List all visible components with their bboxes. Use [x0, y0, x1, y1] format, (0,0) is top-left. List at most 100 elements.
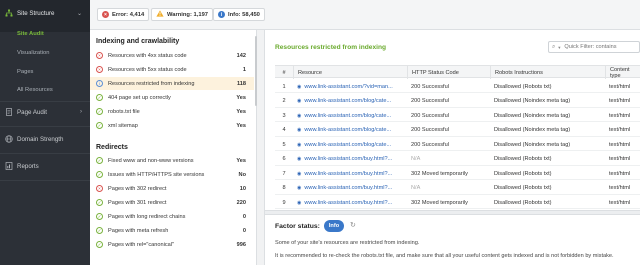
column-header-content-type[interactable]: Content type [605, 66, 640, 79]
sidebar-item-label: Page Audit [17, 108, 47, 116]
sidebar-item-site-structure[interactable]: Site Structure ⌄ [0, 6, 90, 20]
group-title-redirects: Redirects [96, 144, 128, 151]
panel-splitter[interactable] [257, 30, 265, 265]
chevron-down-icon: ⌄ [76, 10, 82, 17]
cell-content-type: text/html [609, 83, 631, 90]
table-header: # Resource HTTP Status Code Robots Instr… [275, 65, 640, 79]
sidebar-divider [0, 126, 90, 127]
cell-http-status: 200 Successful [411, 98, 449, 104]
sidebar-item-page-audit[interactable]: Page Audit › [0, 105, 90, 119]
issue-row[interactable]: ✓ robots.txt file Yes [90, 105, 254, 118]
horizontal-splitter[interactable] [265, 210, 640, 215]
sidebar-divider [0, 153, 90, 154]
resource-url[interactable]: www.link-assistant.com/blog/cate... [304, 142, 391, 148]
cell-number: 5 [282, 141, 286, 148]
table-row[interactable]: 1 ◉ www.link-assistant.com/?vid=man... 200 … [275, 80, 640, 93]
check-icon: ✓ [96, 157, 103, 164]
issue-row[interactable]: ✓ Pages with meta refresh 0 [90, 224, 254, 237]
cell-http-status: 200 Successful [411, 141, 449, 148]
issue-row[interactable]: ✓ Pages with long redirect chains 0 [90, 210, 254, 223]
resource-url[interactable]: www.link-assistant.com/buy.html?... [304, 185, 392, 191]
sidebar-subitem-pages[interactable]: Pages [0, 65, 90, 79]
search-icon: ⌕ [552, 43, 556, 50]
refresh-icon[interactable]: ↻ [350, 221, 356, 229]
issue-label: Pages with 302 redirect [108, 185, 167, 192]
resource-url[interactable]: www.link-assistant.com/blog/cate... [304, 113, 391, 119]
table-row[interactable]: 7 ◉ www.link-assistant.com/buy.html?... 302… [275, 167, 640, 180]
check-icon: ✓ [96, 241, 103, 248]
cell-number: 9 [282, 199, 286, 206]
issue-row[interactable]: ✓ Pages with rel="canonical" 996 [90, 238, 254, 251]
sidebar-item-domain-strength[interactable]: Domain Strength [0, 132, 90, 146]
resource-url[interactable]: www.link-assistant.com/?vid=man... [304, 84, 392, 90]
issue-row[interactable]: ✓ 404 page set up correctly Yes [90, 91, 254, 104]
issue-row[interactable]: ✓ xml sitemap Yes [90, 119, 254, 132]
issue-row[interactable]: × Pages with 302 redirect 10 [90, 182, 254, 195]
status-summary-bar: × Error: 4,414 Warning: 1,197 i Info: 58… [90, 0, 640, 30]
table-row[interactable]: 3 ◉ www.link-assistant.com/blog/cate... 200… [275, 109, 640, 122]
column-header-robots[interactable]: Robots Instructions [490, 66, 605, 79]
resource-url[interactable]: www.link-assistant.com/blog/cate... [304, 98, 391, 104]
cell-http-status: 302 Moved temporarily [411, 170, 468, 177]
cell-robots: Disallowed (Robots txt) [494, 185, 552, 191]
issue-label: Pages with long redirect chains [108, 213, 186, 220]
error-icon: × [96, 66, 103, 73]
issue-count: 10 [239, 185, 246, 192]
sidebar-subitem-site-audit[interactable]: Site Audit [0, 27, 90, 41]
globe-icon [5, 135, 13, 143]
table-row[interactable]: 2 ◉ www.link-assistant.com/blog/cate... 200… [275, 95, 640, 108]
cell-resource[interactable]: ◉ www.link-assistant.com/blog/cate... [297, 95, 407, 108]
column-header-http-status[interactable]: HTTP Status Code [407, 66, 490, 79]
cell-resource[interactable]: ◉ www.link-assistant.com/buy.html?... [297, 196, 407, 209]
sidebar-subitem-visualization[interactable]: Visualization [0, 46, 90, 60]
cell-resource[interactable]: ◉ www.link-assistant.com/blog/cate... [297, 124, 407, 137]
cell-resource[interactable]: ◉ www.link-assistant.com/?vid=man... [297, 80, 407, 93]
table-row[interactable]: 5 ◉ www.link-assistant.com/blog/cate... 200… [275, 138, 640, 151]
error-count-badge[interactable]: × Error: 4,414 [97, 8, 150, 21]
cell-robots: Disallowed (Noindex meta tag) [494, 127, 571, 133]
column-header-resource[interactable]: Resource [293, 66, 407, 79]
cell-number: 4 [282, 127, 286, 133]
quick-filter[interactable]: ⌕ ▼ [548, 41, 640, 53]
table-row[interactable]: 8 ◉ www.link-assistant.com/buy.html?... N/A… [275, 182, 640, 195]
cell-robots: Disallowed (Robots txt) [494, 156, 552, 162]
sidebar-subitem-all-resources[interactable]: All Resources [0, 83, 90, 97]
cell-resource[interactable]: ◉ www.link-assistant.com/buy.html?... [297, 182, 407, 195]
resource-url[interactable]: www.link-assistant.com/blog/cate... [304, 127, 391, 133]
issue-row[interactable]: × Resources with 4xx status code 142 [90, 49, 254, 62]
cell-number: 1 [282, 83, 286, 90]
column-header-number[interactable]: # [275, 66, 293, 79]
cell-robots: Disallowed (Noindex meta tag) [494, 141, 571, 148]
issue-row[interactable]: i Resources restricted from indexing 118 [90, 77, 254, 90]
cell-content-type: text/html [609, 170, 631, 177]
globe-icon: ◉ [297, 199, 302, 206]
cell-resource[interactable]: ◉ www.link-assistant.com/blog/cate... [297, 138, 407, 151]
issue-label: robots.txt file [108, 108, 140, 115]
resource-url[interactable]: www.link-assistant.com/buy.html?... [304, 156, 392, 162]
issue-row[interactable]: ✓ Fixed www and non-www versions Yes [90, 154, 254, 167]
issue-count: Yes [236, 157, 246, 164]
sidebar: Site Structure ⌄ Site Audit Visualizatio… [0, 0, 90, 265]
sidebar-item-reports[interactable]: Reports [0, 159, 90, 173]
resource-url[interactable]: www.link-assistant.com/buy.html?... [304, 200, 392, 206]
cell-resource[interactable]: ◉ www.link-assistant.com/blog/cate... [297, 109, 407, 122]
resource-url[interactable]: www.link-assistant.com/buy.html?... [304, 171, 392, 177]
issue-row[interactable]: × Resources with 5xx status code 1 [90, 63, 254, 76]
warning-count-badge[interactable]: Warning: 1,197 [151, 8, 214, 21]
cell-content-type: text/html [609, 127, 631, 133]
table-row[interactable]: 6 ◉ www.link-assistant.com/buy.html?... N/A… [275, 153, 640, 166]
cell-robots: Disallowed (Noindex meta tag) [494, 98, 571, 104]
cell-http-status: 200 Successful [411, 83, 449, 90]
info-count-badge[interactable]: i Info: 58,450 [213, 8, 265, 21]
cell-resource[interactable]: ◉ www.link-assistant.com/buy.html?... [297, 167, 407, 180]
cell-resource[interactable]: ◉ www.link-assistant.com/buy.html?... [297, 153, 407, 166]
quick-filter-input[interactable] [564, 44, 633, 50]
warning-icon [156, 10, 164, 19]
issue-label: Resources with 4xx status code [108, 52, 187, 59]
issue-row[interactable]: ✓ Issues with HTTP/HTTPS site versions No [90, 168, 254, 181]
table-row[interactable]: 9 ◉ www.link-assistant.com/buy.html?... 302… [275, 196, 640, 209]
issue-row[interactable]: ✓ Pages with 301 redirect 220 [90, 196, 254, 209]
sidebar-subitem-label: Site Audit [17, 31, 44, 37]
issue-count: Yes [236, 122, 246, 129]
table-row[interactable]: 4 ◉ www.link-assistant.com/blog/cate... 200… [275, 124, 640, 137]
